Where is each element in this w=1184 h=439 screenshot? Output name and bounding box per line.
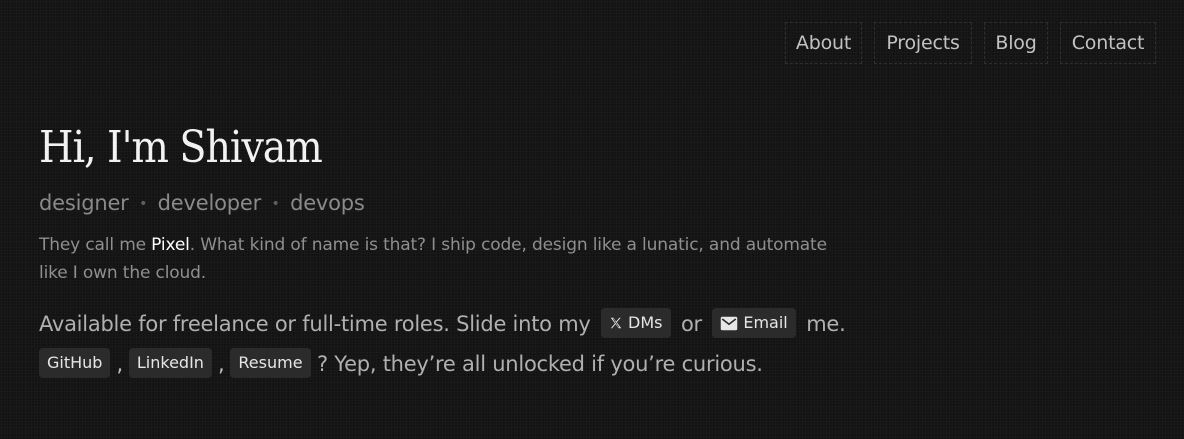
x-dms-label: DMs — [628, 313, 663, 332]
bio-paragraph: They call me Pixel. What kind of name is… — [39, 231, 829, 287]
me-text: me. — [806, 312, 846, 336]
links-line: GitHub, LinkedIn, Resume ? Yep, they’re al… — [39, 344, 919, 384]
mail-icon — [721, 316, 738, 330]
top-nav: About Projects Blog Contact — [785, 22, 1156, 64]
page-title: Hi, I'm Shivam — [39, 122, 323, 173]
availability-text: Available for freelance or full-time rol… — [39, 312, 591, 336]
nav-contact-link[interactable]: Contact — [1060, 22, 1156, 64]
or-text: or — [680, 312, 702, 336]
nav-projects-link[interactable]: Projects — [874, 22, 972, 64]
hero-section: Hi, I'm Shivam designer • developer • de… — [39, 120, 919, 384]
nickname-highlight: Pixel — [151, 235, 190, 255]
links-tail-text: ? Yep, they’re all unlocked if you’re cu… — [316, 352, 763, 376]
role-devops: devops — [290, 191, 365, 215]
role-designer: designer — [39, 191, 129, 215]
x-dms-button[interactable]: DMs — [601, 308, 671, 338]
bio-text-before: They call me — [39, 235, 152, 255]
availability-line: Available for freelance or full-time rol… — [39, 304, 919, 344]
role-separator: • — [271, 196, 280, 212]
x-logo-icon — [610, 317, 622, 329]
nav-blog-link[interactable]: Blog — [984, 22, 1048, 64]
comma-separator: , — [116, 352, 123, 376]
email-button[interactable]: Email — [712, 308, 796, 338]
nav-about-link[interactable]: About — [785, 22, 862, 64]
linkedin-link[interactable]: LinkedIn — [128, 348, 212, 378]
role-separator: • — [139, 196, 148, 212]
github-link[interactable]: GitHub — [39, 348, 111, 378]
comma-separator: , — [217, 352, 225, 376]
resume-link[interactable]: Resume — [230, 348, 311, 378]
roles-line: designer • developer • devops — [39, 190, 919, 219]
role-developer: developer — [157, 191, 262, 215]
email-label: Email — [743, 313, 788, 332]
